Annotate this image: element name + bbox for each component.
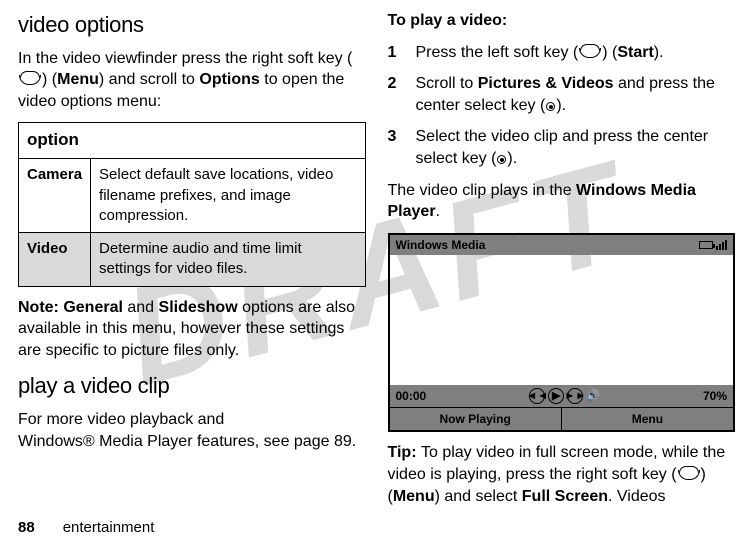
text: ). [507,150,517,167]
step-number: 3 [388,126,402,169]
signal-icon [716,240,727,250]
table-header: option [19,123,366,159]
video-options-intro: In the video viewfinder press the right … [18,48,366,113]
start-label: Start [617,44,653,61]
text: ) and select [435,488,522,505]
player-softkeys: Now Playing Menu [390,407,734,430]
table-row: Video Determine audio and time limit set… [19,233,366,287]
next-icon: ►► [567,388,583,404]
player-controls: 00:00 ◄◄ ▶ ►► 🔊 70% [390,385,734,407]
text: ). [654,44,664,61]
text: ). [556,97,566,114]
options-label: Options [199,71,259,88]
row-desc: Select default save locations, video fil… [91,159,365,233]
step-2: 2 Scroll to Pictures & Videos and press … [388,73,736,116]
step-text: Scroll to Pictures & Videos and press th… [416,73,736,116]
full-screen-label: Full Screen [522,488,608,505]
play-clip-heading: play a video clip [18,371,366,401]
text: To play video in full screen mode, while… [388,444,726,483]
softkey-menu: Menu [562,408,733,430]
row-label: Camera [19,159,91,233]
left-soft-key-icon [579,48,601,58]
options-table: option Camera Select default save locati… [18,122,366,286]
step-text: Press the left soft key ( ) (Start). [416,42,664,64]
to-play-heading: To play a video: [388,10,736,32]
general-label: General [63,299,123,316]
steps-list: 1 Press the left soft key ( ) (Start). 2 … [388,42,736,170]
player-video-area [390,255,734,385]
text: and [123,299,159,316]
right-soft-key-icon [678,470,700,480]
text: In the video viewfinder press the right … [18,50,352,67]
menu-label: Menu [57,71,99,88]
text: Scroll to [416,75,478,92]
playback-time: 00:00 [396,388,427,404]
right-column: To play a video: 1 Press the left soft k… [388,10,736,517]
play-clip-body: For more video playback and Windows® Med… [18,409,366,452]
softkey-now-playing: Now Playing [390,408,562,430]
table-row: Camera Select default save locations, vi… [19,159,366,233]
text: The video clip plays in the [388,182,577,199]
center-select-key-icon [546,102,555,111]
step-number: 1 [388,42,402,64]
video-options-heading: video options [18,10,366,40]
player-title-text: Windows Media [396,237,486,253]
note-label: Note: [18,299,63,316]
prev-icon: ◄◄ [529,388,545,404]
text: . [436,203,440,220]
text: For more video playback and [18,411,224,428]
text: Windows® Media Player features, see page… [18,433,356,450]
menu-label: Menu [393,488,435,505]
left-column: video options In the video viewfinder pr… [18,10,366,517]
page-footer: 88 entertainment [18,518,154,538]
page-number: 88 [18,519,35,536]
tip-label: Tip: [388,444,421,461]
plays-in-text: The video clip plays in the Windows Medi… [388,180,736,223]
step-3: 3 Select the video clip and press the ce… [388,126,736,169]
section-name: entertainment [63,519,155,536]
transport-icons: ◄◄ ▶ ►► 🔊 [529,388,600,404]
step-1: 1 Press the left soft key ( ) (Start). [388,42,736,64]
center-select-key-icon [497,155,506,164]
text: . Videos [608,488,666,505]
status-icons [699,240,727,250]
player-mockup: Windows Media 00:00 ◄◄ ▶ ►► 🔊 70% Now Pl… [388,233,736,433]
row-label: Video [19,233,91,287]
text: ) and scroll to [99,71,199,88]
step-number: 2 [388,73,402,116]
text: Press the left soft key ( [416,44,579,61]
note-paragraph: Note: General and Slideshow options are … [18,297,366,362]
text: ) ( [42,71,57,88]
text: ) ( [602,44,617,61]
row-desc: Determine audio and time limit settings … [91,233,365,287]
slideshow-label: Slideshow [159,299,238,316]
step-text: Select the video clip and press the cent… [416,126,736,169]
text: Select the video clip and press the cent… [416,128,709,167]
play-icon: ▶ [548,388,564,404]
right-soft-key-icon [19,75,41,85]
pictures-videos-label: Pictures & Videos [478,75,614,92]
tip-paragraph: Tip: To play video in full screen mode, … [388,442,736,507]
volume-icon: 🔊 [586,388,600,404]
volume-percent: 70% [703,388,727,404]
player-titlebar: Windows Media [390,235,734,255]
battery-icon [699,241,713,249]
